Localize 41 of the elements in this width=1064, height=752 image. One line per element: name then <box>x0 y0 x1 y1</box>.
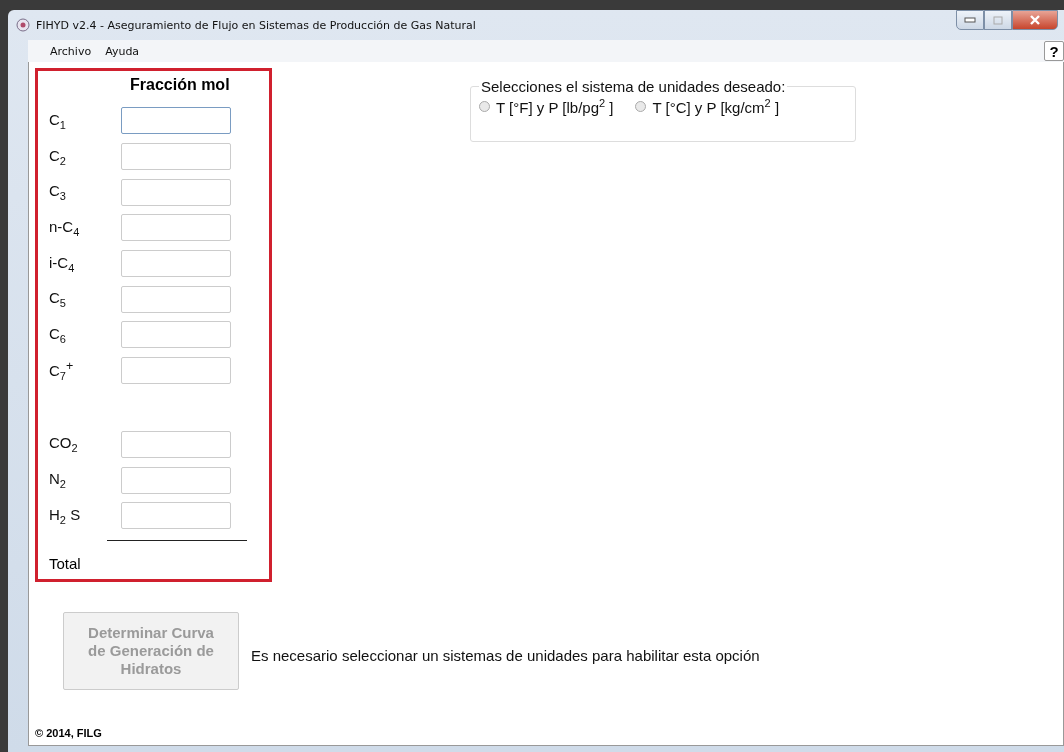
column-heading: Fracción mol <box>130 75 231 95</box>
radio-button[interactable] <box>635 101 647 112</box>
minimize-icon <box>964 17 976 23</box>
radio-label[interactable]: T [°C] y P [kg/cm$^{2}$ ] <box>652 97 780 116</box>
component-label: n-C$_{4}$ <box>49 217 81 238</box>
component-label: C$_{2}$ <box>49 146 67 167</box>
menu-item[interactable]: Ayuda <box>105 44 140 58</box>
total-label: Total <box>49 554 82 572</box>
close-icon <box>1029 15 1041 25</box>
close-button[interactable] <box>1012 10 1058 30</box>
minimize-button[interactable] <box>956 10 984 30</box>
radio-label[interactable]: T [°F] y P [lb/pg$^{2}$ ] <box>496 97 614 116</box>
fraction-field[interactable] <box>121 430 231 458</box>
fraction-field[interactable] <box>121 107 231 135</box>
component-label: i-C$_{4}$ <box>49 253 76 274</box>
component-label: C$_{3}$ <box>49 182 67 203</box>
menu-item[interactable]: Archivo <box>50 44 92 58</box>
group-legend: Selecciones el sistema de unidades deseado: <box>479 78 788 95</box>
fraction-field[interactable] <box>121 321 231 349</box>
component-label: N$_{2}$ <box>49 470 67 491</box>
component-label: H$_{2}$ S <box>49 505 82 526</box>
fraction-field[interactable] <box>121 214 231 242</box>
component-label: C$_{5}$ <box>49 289 67 310</box>
component-label: C$_{1}$ <box>49 110 67 131</box>
fraction-field[interactable] <box>121 357 231 385</box>
fraction-field[interactable] <box>121 466 231 494</box>
window-title: FIHYD v2.4 - Aseguramiento de Flujo en Sistemas de Producción de Gas Natural <box>36 18 476 32</box>
maximize-icon <box>993 15 1003 25</box>
app-icon <box>16 18 30 32</box>
help-button[interactable]: ? <box>1044 41 1064 61</box>
radio-button[interactable] <box>479 101 490 112</box>
status-message: Es necesario seleccionar un sistemas de unidades para habilitar esta opción <box>251 646 760 664</box>
fraction-field[interactable] <box>121 143 231 171</box>
fraction-field[interactable] <box>121 502 231 530</box>
copyright-text: © 2014, FILG <box>34 727 103 741</box>
fraction-field[interactable] <box>121 250 231 278</box>
fraction-field[interactable] <box>121 178 231 206</box>
fraction-field[interactable] <box>121 285 231 313</box>
maximize-button[interactable] <box>984 10 1012 30</box>
component-label: C$_{6}$ <box>49 324 67 345</box>
component-label: CO$_{2}$ <box>49 434 79 455</box>
